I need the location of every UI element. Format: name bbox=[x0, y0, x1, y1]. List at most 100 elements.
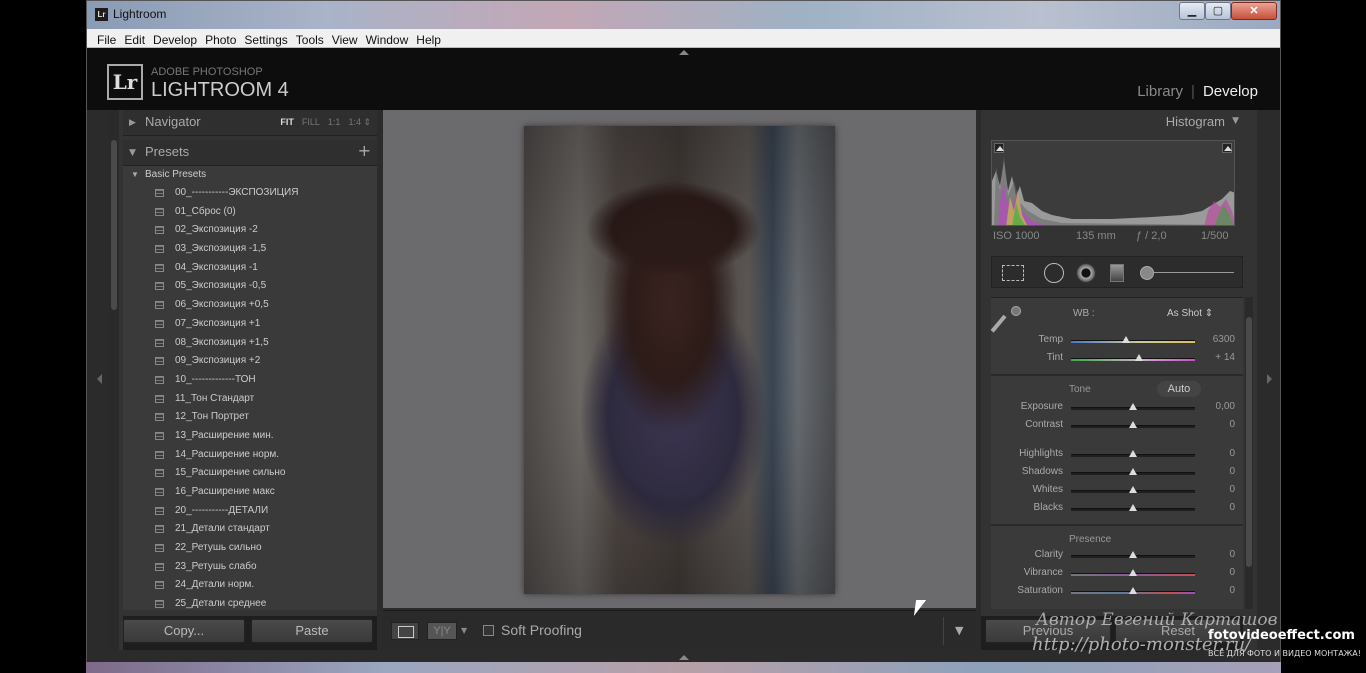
slider-track[interactable] bbox=[1071, 504, 1195, 511]
menu-tools[interactable]: Tools bbox=[292, 31, 328, 47]
preset-item[interactable]: 20_-----------ДЕТАЛИ bbox=[123, 502, 377, 521]
slider-thumb[interactable] bbox=[1129, 421, 1137, 428]
slider-track[interactable] bbox=[1071, 354, 1195, 361]
preset-item[interactable]: 13_Расширение мин. bbox=[123, 427, 377, 446]
wb-dropdown[interactable]: As Shot ⇕ bbox=[1167, 308, 1213, 319]
menu-photo[interactable]: Photo bbox=[201, 31, 240, 47]
slider-thumb[interactable] bbox=[1129, 403, 1137, 410]
slider-track[interactable] bbox=[1071, 468, 1195, 475]
preset-item[interactable]: 21_Детали стандарт bbox=[123, 520, 377, 539]
presets-header[interactable]: ▼ Presets + bbox=[123, 140, 377, 166]
histogram-graph[interactable] bbox=[991, 140, 1235, 226]
zoom-1-4[interactable]: 1:4 ⇕ bbox=[348, 117, 371, 127]
slider-value[interactable]: 6300 bbox=[1195, 334, 1235, 345]
preset-item[interactable]: 15_Расширение сильно bbox=[123, 464, 377, 483]
preset-item[interactable]: 02_Экспозиция -2 bbox=[123, 221, 377, 240]
slider-track[interactable] bbox=[1071, 587, 1195, 594]
crop-tool-icon[interactable] bbox=[1002, 265, 1024, 281]
toolbar-content-menu-icon[interactable]: ▼ bbox=[955, 624, 963, 637]
preset-item[interactable]: 14_Расширение норм. bbox=[123, 446, 377, 465]
zoom-fit[interactable]: FIT bbox=[280, 117, 294, 127]
right-panel-scrollbar[interactable] bbox=[1245, 297, 1253, 609]
right-panel-toggle-icon[interactable] bbox=[1267, 374, 1272, 384]
slider-track[interactable] bbox=[1071, 403, 1195, 410]
slider-thumb[interactable] bbox=[1135, 354, 1144, 361]
filmstrip-toggle-icon[interactable] bbox=[679, 655, 689, 660]
histogram-header[interactable]: Histogram ▼ bbox=[981, 110, 1243, 136]
slider-thumb[interactable] bbox=[1129, 450, 1137, 457]
zoom-1-1[interactable]: 1:1 bbox=[328, 117, 341, 127]
slider-value[interactable]: 0 bbox=[1195, 484, 1235, 495]
preset-item[interactable]: 23_Ретушь слабо bbox=[123, 558, 377, 577]
adjustment-brush-icon[interactable] bbox=[1140, 266, 1236, 280]
slider-thumb[interactable] bbox=[1129, 504, 1137, 511]
preset-folder[interactable]: ▼ Basic Presets bbox=[123, 166, 377, 184]
menu-develop[interactable]: Develop bbox=[149, 31, 201, 47]
slider-value[interactable]: 0,00 bbox=[1195, 401, 1235, 412]
slider-track[interactable] bbox=[1071, 450, 1195, 457]
spot-removal-icon[interactable] bbox=[1044, 263, 1064, 283]
top-panel-toggle-icon[interactable] bbox=[679, 50, 689, 55]
slider-value[interactable]: + 14 bbox=[1195, 352, 1235, 363]
slider-thumb[interactable] bbox=[1129, 551, 1137, 558]
slider-thumb[interactable] bbox=[1129, 569, 1137, 576]
navigator-header[interactable]: ▶ Navigator FIT FILL 1:1 1:4 ⇕ bbox=[123, 110, 377, 136]
preset-item[interactable]: 09_Экспозиция +2 bbox=[123, 352, 377, 371]
slider-value[interactable]: 0 bbox=[1195, 549, 1235, 560]
slider-thumb[interactable] bbox=[1121, 336, 1130, 343]
slider-track[interactable] bbox=[1071, 421, 1195, 428]
add-preset-icon[interactable]: + bbox=[358, 141, 371, 160]
slider-value[interactable]: 0 bbox=[1195, 419, 1235, 430]
preset-item[interactable]: 25_Детали среднее bbox=[123, 595, 377, 610]
module-develop[interactable]: Develop bbox=[1203, 83, 1258, 100]
slider-value[interactable]: 0 bbox=[1195, 585, 1235, 596]
copy-button[interactable]: Copy... bbox=[123, 619, 245, 643]
highlight-clipping-indicator-icon[interactable] bbox=[1222, 143, 1232, 153]
preset-item[interactable]: 11_Тон Стандарт bbox=[123, 390, 377, 409]
preset-item[interactable]: 04_Экспозиция -1 bbox=[123, 259, 377, 278]
menu-help[interactable]: Help bbox=[412, 31, 445, 47]
before-after-dropdown-icon[interactable]: ▼ bbox=[461, 626, 467, 635]
slider-value[interactable]: 0 bbox=[1195, 567, 1235, 578]
auto-tone-button[interactable]: Auto bbox=[1157, 381, 1201, 397]
menu-view[interactable]: View bbox=[328, 31, 362, 47]
graduated-filter-icon[interactable] bbox=[1110, 264, 1124, 282]
image-canvas[interactable] bbox=[383, 110, 976, 608]
white-balance-eyedropper-icon[interactable] bbox=[990, 306, 1021, 333]
left-panel-scrollbar[interactable] bbox=[109, 110, 119, 650]
slider-thumb[interactable] bbox=[1129, 486, 1137, 493]
loupe-view-button[interactable] bbox=[391, 622, 419, 640]
slider-track[interactable] bbox=[1071, 569, 1195, 576]
left-panel-toggle-icon[interactable] bbox=[97, 374, 102, 384]
minimize-button[interactable]: ▁ bbox=[1179, 2, 1205, 20]
slider-thumb[interactable] bbox=[1129, 587, 1137, 594]
preset-item[interactable]: 05_Экспозиция -0,5 bbox=[123, 277, 377, 296]
paste-button[interactable]: Paste bbox=[251, 619, 373, 643]
shadow-clipping-indicator-icon[interactable] bbox=[994, 143, 1004, 153]
preset-item[interactable]: 24_Детали норм. bbox=[123, 576, 377, 595]
slider-value[interactable]: 0 bbox=[1195, 502, 1235, 513]
slider-track[interactable] bbox=[1071, 336, 1195, 343]
preset-item[interactable]: 03_Экспозиция -1,5 bbox=[123, 240, 377, 259]
menu-settings[interactable]: Settings bbox=[240, 31, 291, 47]
preset-item[interactable]: 10_-------------ТОН bbox=[123, 371, 377, 390]
slider-value[interactable]: 0 bbox=[1195, 448, 1235, 459]
title-bar[interactable]: Lr Lightroom ▁ ▢ ✕ bbox=[87, 1, 1280, 29]
close-button[interactable]: ✕ bbox=[1231, 2, 1277, 20]
preset-item[interactable]: 07_Экспозиция +1 bbox=[123, 315, 377, 334]
red-eye-icon[interactable] bbox=[1076, 263, 1096, 283]
menu-edit[interactable]: Edit bbox=[120, 31, 149, 47]
scroll-thumb[interactable] bbox=[1246, 317, 1252, 567]
preset-item[interactable]: 16_Расширение макс bbox=[123, 483, 377, 502]
zoom-fill[interactable]: FILL bbox=[302, 117, 320, 127]
preset-item[interactable]: 00_-----------ЭКСПОЗИЦИЯ bbox=[123, 184, 377, 203]
before-after-button[interactable]: Y|Y bbox=[427, 622, 457, 640]
menu-file[interactable]: File bbox=[93, 31, 120, 47]
preset-item[interactable]: 22_Ретушь сильно bbox=[123, 539, 377, 558]
preset-item[interactable]: 12_Тон Портрет bbox=[123, 408, 377, 427]
preset-item[interactable]: 01_Сброс (0) bbox=[123, 203, 377, 222]
soft-proofing-checkbox[interactable] bbox=[483, 625, 494, 636]
maximize-button[interactable]: ▢ bbox=[1205, 2, 1231, 20]
slider-track[interactable] bbox=[1071, 551, 1195, 558]
menu-window[interactable]: Window bbox=[362, 31, 413, 47]
